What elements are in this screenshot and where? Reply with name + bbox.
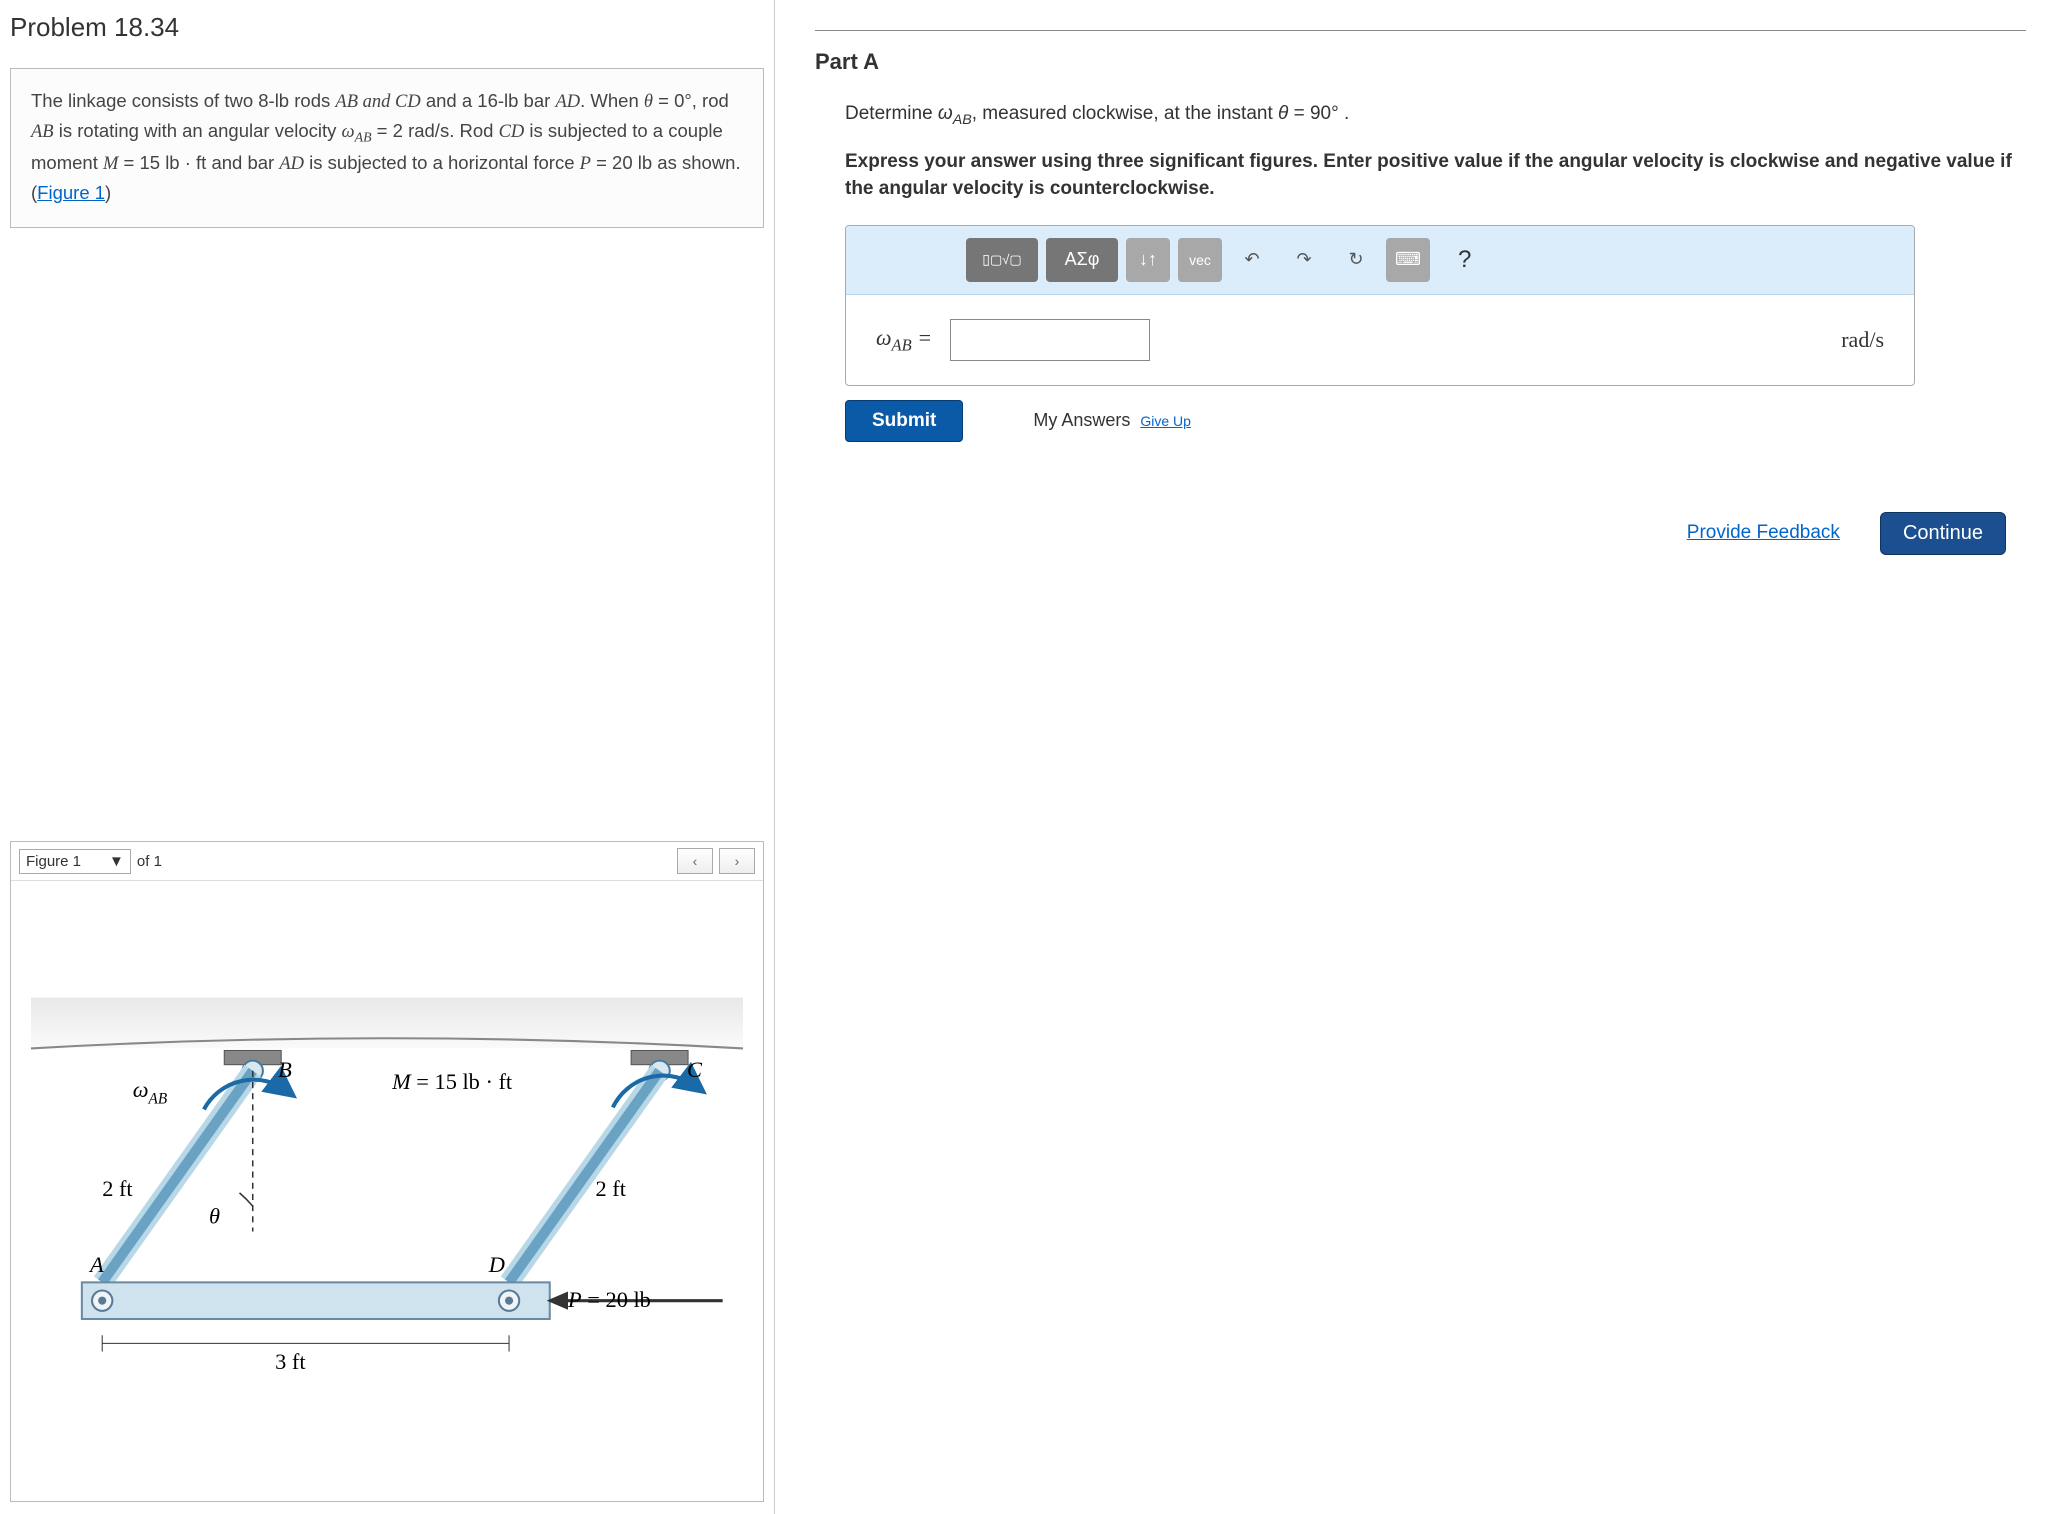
chevron-down-icon: ▼: [109, 853, 124, 870]
svg-text:3 ft: 3 ft: [275, 1349, 306, 1374]
part-a-format: Express your answer using three signific…: [845, 148, 2026, 203]
reset-button[interactable]: ↻: [1334, 238, 1378, 282]
greek-button[interactable]: ΑΣφ: [1046, 238, 1118, 282]
answer-input[interactable]: [950, 319, 1150, 361]
answer-block: ▯▢√▢ ΑΣφ ↓↑ vec ↶ ↷ ↻ ⌨ ? ωAB = rad/s: [845, 225, 1915, 386]
svg-text:C: C: [687, 1057, 703, 1082]
my-answers-group: My Answers Give Up: [1033, 410, 1191, 431]
templates-button[interactable]: ▯▢√▢: [966, 238, 1038, 282]
help-button[interactable]: ?: [1458, 246, 1471, 274]
part-a-instruction: Determine ωAB, measured clockwise, at th…: [845, 103, 2026, 128]
answer-variable: ωAB =: [876, 325, 932, 355]
part-a-header: Part A: [815, 30, 2026, 75]
keyboard-button[interactable]: ⌨: [1386, 238, 1430, 282]
figure-prev-button[interactable]: ‹: [677, 848, 713, 874]
undo-button[interactable]: ↶: [1230, 238, 1274, 282]
give-up-link[interactable]: Give Up: [1140, 413, 1191, 429]
svg-text:D: D: [488, 1252, 505, 1277]
figure-canvas: ωAB B C A D θ 2 ft 2 ft 3 ft M = 15 lb ·…: [11, 881, 763, 1501]
vector-button[interactable]: vec: [1178, 238, 1222, 282]
equation-toolbar: ▯▢√▢ ΑΣφ ↓↑ vec ↶ ↷ ↻ ⌨ ?: [846, 226, 1914, 295]
figure-next-button[interactable]: ›: [719, 848, 755, 874]
svg-text:A: A: [88, 1252, 104, 1277]
problem-statement: The linkage consists of two 8-lb rods AB…: [10, 68, 764, 228]
redo-button[interactable]: ↷: [1282, 238, 1326, 282]
svg-text:ωAB: ωAB: [133, 1077, 167, 1107]
answer-unit: rad/s: [1841, 327, 1884, 353]
svg-text:M = 15 lb · ft: M = 15 lb · ft: [391, 1069, 513, 1094]
provide-feedback-link[interactable]: Provide Feedback: [1687, 522, 1840, 544]
svg-text:θ: θ: [209, 1203, 220, 1228]
figure-selector[interactable]: Figure 1 ▼: [19, 849, 131, 874]
svg-text:2 ft: 2 ft: [596, 1176, 627, 1201]
figure-panel: Figure 1 ▼ of 1 ‹ ›: [10, 841, 764, 1502]
problem-title: Problem 18.34: [10, 12, 764, 43]
svg-text:P = 20 lb: P = 20 lb: [567, 1287, 651, 1312]
figure-count: of 1: [137, 853, 162, 870]
subscript-button[interactable]: ↓↑: [1126, 238, 1170, 282]
figure-link[interactable]: Figure 1: [37, 182, 105, 203]
svg-text:B: B: [278, 1057, 292, 1082]
continue-button[interactable]: Continue: [1880, 512, 2006, 555]
submit-button[interactable]: Submit: [845, 400, 963, 442]
svg-text:2 ft: 2 ft: [102, 1176, 133, 1201]
